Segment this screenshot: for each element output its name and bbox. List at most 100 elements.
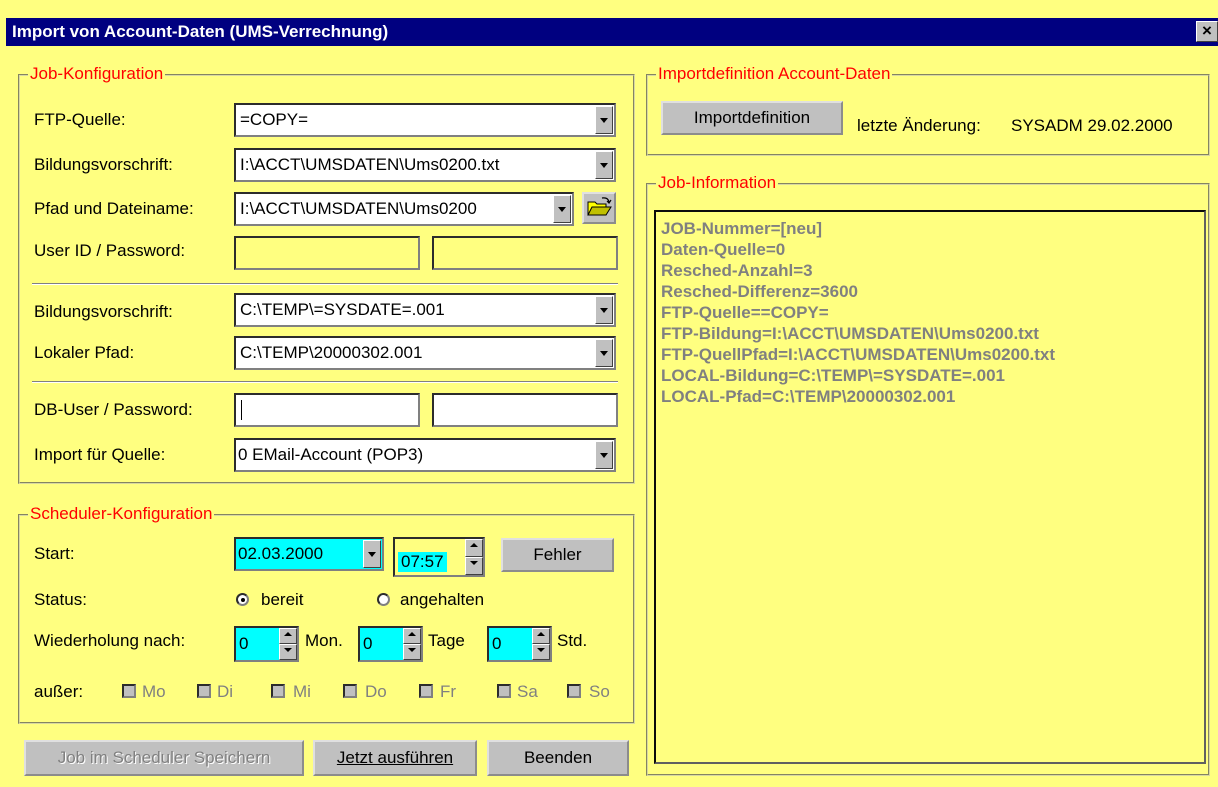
repeat-months-spinner[interactable]: 0	[234, 626, 299, 662]
lokaler-pfad-combo[interactable]: C:\TEMP\20000302.001	[234, 336, 616, 370]
import-quelle-value: 0 EMail-Account (POP3)	[238, 445, 424, 464]
db-password-input[interactable]	[432, 393, 618, 427]
except-so-checkbox[interactable]	[567, 684, 581, 698]
db-user-label: DB-User / Password:	[34, 400, 193, 419]
db-user-input[interactable]	[234, 393, 420, 427]
start-label: Start:	[34, 544, 75, 563]
quit-button[interactable]: Beenden	[487, 740, 629, 776]
run-now-button[interactable]: Jetzt ausführen	[313, 740, 477, 776]
bildungsvorschrift-ftp-combo[interactable]: I:\ACCT\UMSDATEN\Ums0200.txt	[234, 148, 616, 182]
job-info-line: Resched-Differenz=3600	[661, 282, 859, 301]
chevron-down-icon[interactable]	[465, 557, 483, 575]
chevron-down-icon[interactable]	[595, 339, 613, 367]
pfad-dateiname-combo[interactable]: I:\ACCT\UMSDATEN\Ums0200	[234, 192, 574, 226]
repeat-days-unit: Tage	[428, 631, 465, 650]
except-mo-label: Mo	[142, 682, 166, 701]
status-angehalten-radio[interactable]	[377, 593, 390, 606]
repeat-hours-spinner[interactable]: 0	[487, 626, 552, 662]
chevron-down-icon[interactable]	[595, 106, 613, 134]
status-bereit-radio[interactable]	[236, 593, 249, 606]
separator	[32, 381, 618, 383]
except-mi-label: Mi	[293, 682, 311, 701]
spinner-arrows[interactable]	[279, 628, 297, 660]
except-sa-label: Sa	[517, 682, 538, 701]
import-quelle-combo[interactable]: 0 EMail-Account (POP3)	[234, 438, 616, 472]
last-change-label: letzte Änderung:	[857, 116, 981, 135]
open-folder-icon	[587, 197, 612, 216]
chevron-down-icon[interactable]	[363, 540, 381, 568]
except-di-label: Di	[217, 682, 234, 701]
import-definition-title: Importdefinition Account-Daten	[656, 64, 893, 84]
lokaler-pfad-value: C:\TEMP\20000302.001	[240, 343, 423, 362]
separator	[32, 283, 618, 285]
bildungsvorschrift-lokal-combo[interactable]: C:\TEMP\=SYSDATE=.001	[234, 293, 616, 327]
except-di-checkbox[interactable]	[197, 684, 211, 698]
userid-input[interactable]	[234, 236, 420, 270]
save-job-button[interactable]: Job im Scheduler Speichern	[24, 740, 304, 776]
bildungsvorschrift-lokal-value: C:\TEMP\=SYSDATE=.001	[240, 300, 445, 319]
except-sa-checkbox[interactable]	[497, 684, 511, 698]
except-mi-checkbox[interactable]	[271, 684, 285, 698]
chevron-up-icon[interactable]	[532, 628, 550, 644]
import-dialog: Import von Account-Daten (UMS-Verrechnun…	[0, 0, 1218, 787]
job-information-title: Job-Information	[656, 173, 779, 193]
status-angehalten-label: angehalten	[400, 590, 485, 609]
status-label: Status:	[34, 590, 87, 609]
close-button[interactable]: ×	[1196, 21, 1218, 42]
bildungsvorschrift-ftp-value: I:\ACCT\UMSDATEN\Ums0200.txt	[240, 155, 500, 174]
repeat-days-value: 0	[363, 634, 373, 653]
import-quelle-label: Import für Quelle:	[34, 445, 166, 464]
import-definition-button[interactable]: Importdefinition	[661, 101, 843, 135]
title-bar[interactable]: Import von Account-Daten (UMS-Verrechnun…	[6, 18, 1218, 46]
repeat-months-unit: Mon.	[305, 631, 343, 650]
chevron-down-icon[interactable]	[279, 644, 297, 660]
start-date-picker[interactable]: 02.03.2000	[234, 537, 384, 571]
job-info-line: JOB-Nummer=[neu]	[661, 219, 823, 238]
job-info-line: LOCAL-Bildung=C:\TEMP\=SYSDATE=.001	[661, 366, 1005, 385]
chevron-up-icon[interactable]	[465, 539, 483, 557]
chevron-down-icon[interactable]	[403, 644, 421, 660]
chevron-down-icon[interactable]	[595, 441, 613, 469]
password-input[interactable]	[432, 236, 618, 270]
job-info-line: FTP-Quelle==COPY=	[661, 303, 829, 322]
spinner-arrows[interactable]	[465, 539, 483, 575]
job-information-content: JOB-Nummer=[neu] Daten-Quelle=0 Resched-…	[661, 218, 1055, 407]
userid-label: User ID / Password:	[34, 241, 186, 260]
chevron-down-icon[interactable]	[595, 296, 613, 324]
job-information-textarea[interactable]: JOB-Nummer=[neu] Daten-Quelle=0 Resched-…	[654, 210, 1206, 764]
start-date-value: 02.03.2000	[238, 544, 324, 563]
fehler-button[interactable]: Fehler	[501, 538, 614, 572]
chevron-down-icon[interactable]	[553, 195, 571, 223]
chevron-down-icon[interactable]	[595, 151, 613, 179]
wiederholung-label: Wiederholung nach:	[34, 631, 186, 650]
text-cursor	[241, 400, 242, 420]
pfad-dateiname-label: Pfad und Dateiname:	[34, 199, 194, 218]
repeat-days-spinner[interactable]: 0	[358, 626, 423, 662]
job-info-line: Resched-Anzahl=3	[661, 261, 813, 280]
open-folder-button[interactable]	[582, 192, 616, 224]
spinner-arrows[interactable]	[403, 628, 421, 660]
lokaler-pfad-label: Lokaler Pfad:	[34, 343, 135, 362]
job-info-line: Daten-Quelle=0	[661, 240, 786, 259]
except-fr-label: Fr	[440, 682, 457, 701]
start-time-spinner[interactable]: 07:57	[393, 537, 485, 577]
chevron-up-icon[interactable]	[403, 628, 421, 644]
window-title: Import von Account-Daten (UMS-Verrechnun…	[12, 22, 389, 41]
repeat-hours-unit: Std.	[557, 631, 588, 650]
status-bereit-label: bereit	[261, 590, 304, 609]
except-do-checkbox[interactable]	[343, 684, 357, 698]
spinner-arrows[interactable]	[532, 628, 550, 660]
ftp-quelle-value: =COPY=	[240, 110, 309, 129]
except-mo-checkbox[interactable]	[122, 684, 136, 698]
chevron-down-icon[interactable]	[532, 644, 550, 660]
except-fr-checkbox[interactable]	[419, 684, 433, 698]
job-info-line: FTP-Bildung=I:\ACCT\UMSDATEN\Ums0200.txt	[661, 324, 1039, 343]
ftp-quelle-combo[interactable]: =COPY=	[234, 103, 616, 137]
chevron-up-icon[interactable]	[279, 628, 297, 644]
scheduler-config-title: Scheduler-Konfiguration	[28, 504, 215, 524]
pfad-dateiname-value: I:\ACCT\UMSDATEN\Ums0200	[240, 199, 477, 218]
bildungsvorschrift-ftp-label: Bildungsvorschrift:	[34, 155, 173, 174]
ausser-label: außer:	[34, 682, 84, 701]
except-do-label: Do	[365, 682, 387, 701]
start-time-value: 07:57	[398, 552, 447, 572]
